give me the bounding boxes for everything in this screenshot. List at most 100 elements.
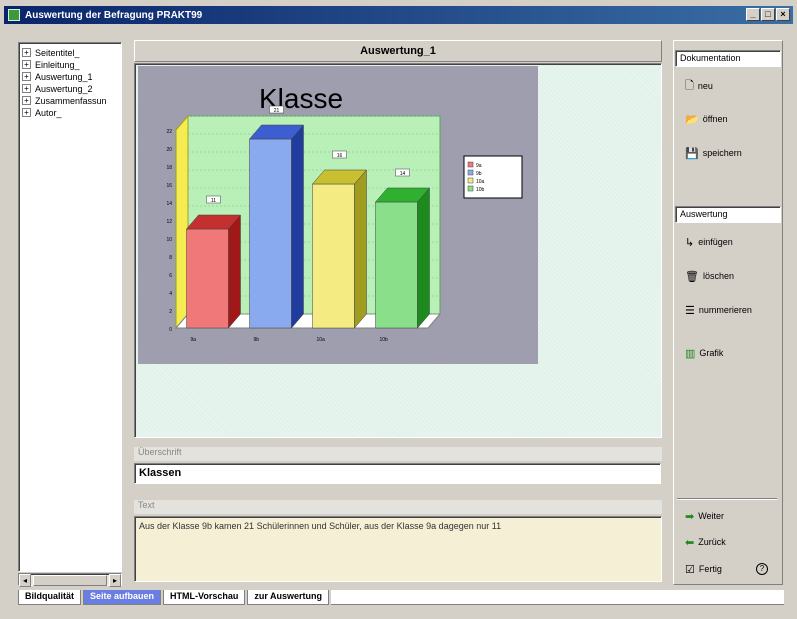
tabstrip-fill	[331, 590, 784, 605]
tree-item-auswertung-2[interactable]: + Auswertung_2	[19, 83, 121, 94]
finish-button[interactable]: ☑ Fertig	[685, 562, 722, 576]
tab-zur-auswertung[interactable]: zur Auswertung	[247, 590, 330, 605]
panel-divider	[677, 498, 777, 500]
help-button[interactable]: ?	[756, 562, 768, 576]
page-tree[interactable]: + Seitentitel_ + Einleitung_ + Auswertun…	[18, 42, 122, 572]
expand-icon[interactable]: +	[22, 96, 31, 105]
open-folder-icon: 📂	[685, 113, 699, 126]
help-icon: ?	[756, 563, 768, 575]
new-label: neu	[697, 81, 713, 91]
window-title: Auswertung der Befragung PRAKT99	[25, 9, 203, 21]
graphic-button[interactable]: ▥ Grafik	[685, 346, 723, 360]
tab-html-vorschau[interactable]: HTML-Vorschau	[163, 590, 246, 605]
chart-data-label: 21	[274, 108, 280, 114]
next-label: Weiter	[698, 511, 725, 521]
chart-y-tick-label: 6	[169, 273, 172, 279]
chart-bar	[186, 228, 229, 329]
chart-data-label: 16	[337, 153, 343, 159]
number-button[interactable]: ☰ nummerieren	[685, 303, 752, 317]
chart-y-tick-label: 10	[166, 237, 172, 243]
next-button[interactable]: ➡ Weiter	[685, 509, 724, 523]
save-label: speichern	[702, 148, 742, 158]
arrow-right-icon: ➡	[685, 510, 695, 523]
tree-horizontal-scrollbar[interactable]: ◂ ▸	[18, 573, 122, 587]
maximize-button[interactable]: □	[761, 8, 775, 21]
scroll-thumb[interactable]	[33, 575, 107, 586]
chart-legend-label: 9a	[476, 163, 482, 169]
bar-chart-icon: ▥	[685, 347, 696, 360]
window-controls: _ □ ×	[746, 8, 790, 21]
chart-legend-swatch	[467, 169, 474, 176]
chart-legend-swatch	[467, 177, 474, 184]
chart-bar	[249, 138, 292, 329]
chart-image[interactable]: Klasse 0 2 4 6 8 10 12 14 16 18 20 22 11 9a 21 9b 16 10a 14…	[138, 66, 538, 364]
text-input[interactable]: Aus der Klasse 9b kamen 21 Schülerinnen …	[134, 516, 662, 582]
chart-x-tick-label: 10a	[317, 337, 326, 343]
tree-item-label: Auswertung_1	[35, 71, 93, 82]
tree-item-einleitung[interactable]: + Einleitung_	[19, 59, 121, 70]
open-button[interactable]: 📂 öffnen	[685, 112, 728, 126]
save-button[interactable]: 💾 speichern	[685, 146, 742, 160]
tree-item-zusammenfassung[interactable]: + Zusammenfassun	[19, 95, 121, 106]
expand-icon[interactable]: +	[22, 108, 31, 117]
auswertung-header: Auswertung	[675, 206, 781, 223]
tree-item-label: Autor_	[35, 107, 62, 118]
chart-y-tick-label: 4	[169, 291, 172, 297]
chart-bar-side	[228, 214, 241, 329]
insert-label: einfügen	[698, 237, 733, 247]
expand-icon[interactable]: +	[22, 84, 31, 93]
back-label: Zurück	[698, 537, 726, 547]
chart-svg: Klasse0246810121416182022119a219b1610a14…	[166, 83, 523, 343]
close-button[interactable]: ×	[776, 8, 790, 21]
chart-data-label: 11	[211, 198, 216, 204]
dokumentation-header: Dokumentation	[675, 50, 781, 67]
chart-bar	[312, 183, 355, 329]
expand-icon[interactable]: +	[22, 60, 31, 69]
expand-icon[interactable]: +	[22, 48, 31, 57]
chart-bar-side	[417, 187, 430, 329]
open-label: öffnen	[702, 114, 728, 124]
tree-item-label: Einleitung_	[35, 59, 80, 70]
tree-item-autor[interactable]: + Autor_	[19, 107, 121, 118]
chart-legend-label: 10b	[476, 187, 485, 193]
bottom-tabstrip: Bildqualität Seite aufbauen HTML-Vorscha…	[18, 589, 784, 605]
scroll-right-icon[interactable]: ▸	[109, 574, 121, 587]
page-title: Auswertung_1	[134, 40, 662, 62]
graphic-label: Grafik	[699, 348, 724, 358]
tab-seite-aufbauen[interactable]: Seite aufbauen	[83, 590, 162, 605]
back-button[interactable]: ⬅ Zurück	[685, 535, 726, 549]
numbered-list-icon: ☰	[685, 304, 695, 317]
chart-x-tick-label: 9b	[254, 337, 260, 343]
finish-icon: ☑	[685, 563, 695, 576]
chart-x-tick-label: 10b	[380, 337, 389, 343]
delete-button[interactable]: 🗑 löschen	[685, 269, 734, 283]
insert-button[interactable]: ↳ einfügen	[685, 235, 733, 249]
text-label: Text	[134, 500, 662, 514]
chart-x-tick-label: 9a	[191, 337, 197, 343]
chart-bar	[375, 201, 418, 329]
new-button[interactable]: 🗋 neu	[685, 79, 713, 93]
chart-y-tick-label: 8	[169, 255, 172, 261]
chart-legend-swatch	[467, 161, 474, 168]
tab-bildqualitaet[interactable]: Bildqualität	[18, 590, 81, 605]
chart-y-tick-label: 12	[166, 219, 172, 225]
chart-legend-label: 9b	[476, 171, 482, 177]
chart-bar-side	[354, 169, 367, 329]
expand-icon[interactable]: +	[22, 72, 31, 81]
window-titlebar[interactable]: Auswertung der Befragung PRAKT99 _ □ ×	[4, 6, 793, 24]
chart-side-wall	[175, 114, 189, 330]
new-file-icon: 🗋	[685, 79, 694, 92]
heading-input[interactable]: Klassen	[134, 463, 661, 484]
delete-label: löschen	[702, 271, 734, 281]
scroll-left-icon[interactable]: ◂	[19, 574, 31, 587]
chart-y-tick-label: 2	[169, 309, 172, 315]
finish-label: Fertig	[698, 564, 722, 574]
chart-legend-label: 10a	[476, 179, 485, 185]
tree-item-label: Auswertung_2	[35, 83, 93, 94]
tree-item-seitentitel[interactable]: + Seitentitel_	[19, 47, 121, 58]
tree-item-auswertung-1[interactable]: + Auswertung_1	[19, 71, 121, 82]
minimize-button[interactable]: _	[746, 8, 760, 21]
tree-item-label: Zusammenfassun	[35, 95, 107, 106]
chart-y-tick-label: 18	[166, 165, 172, 171]
scroll-track[interactable]	[31, 574, 109, 586]
